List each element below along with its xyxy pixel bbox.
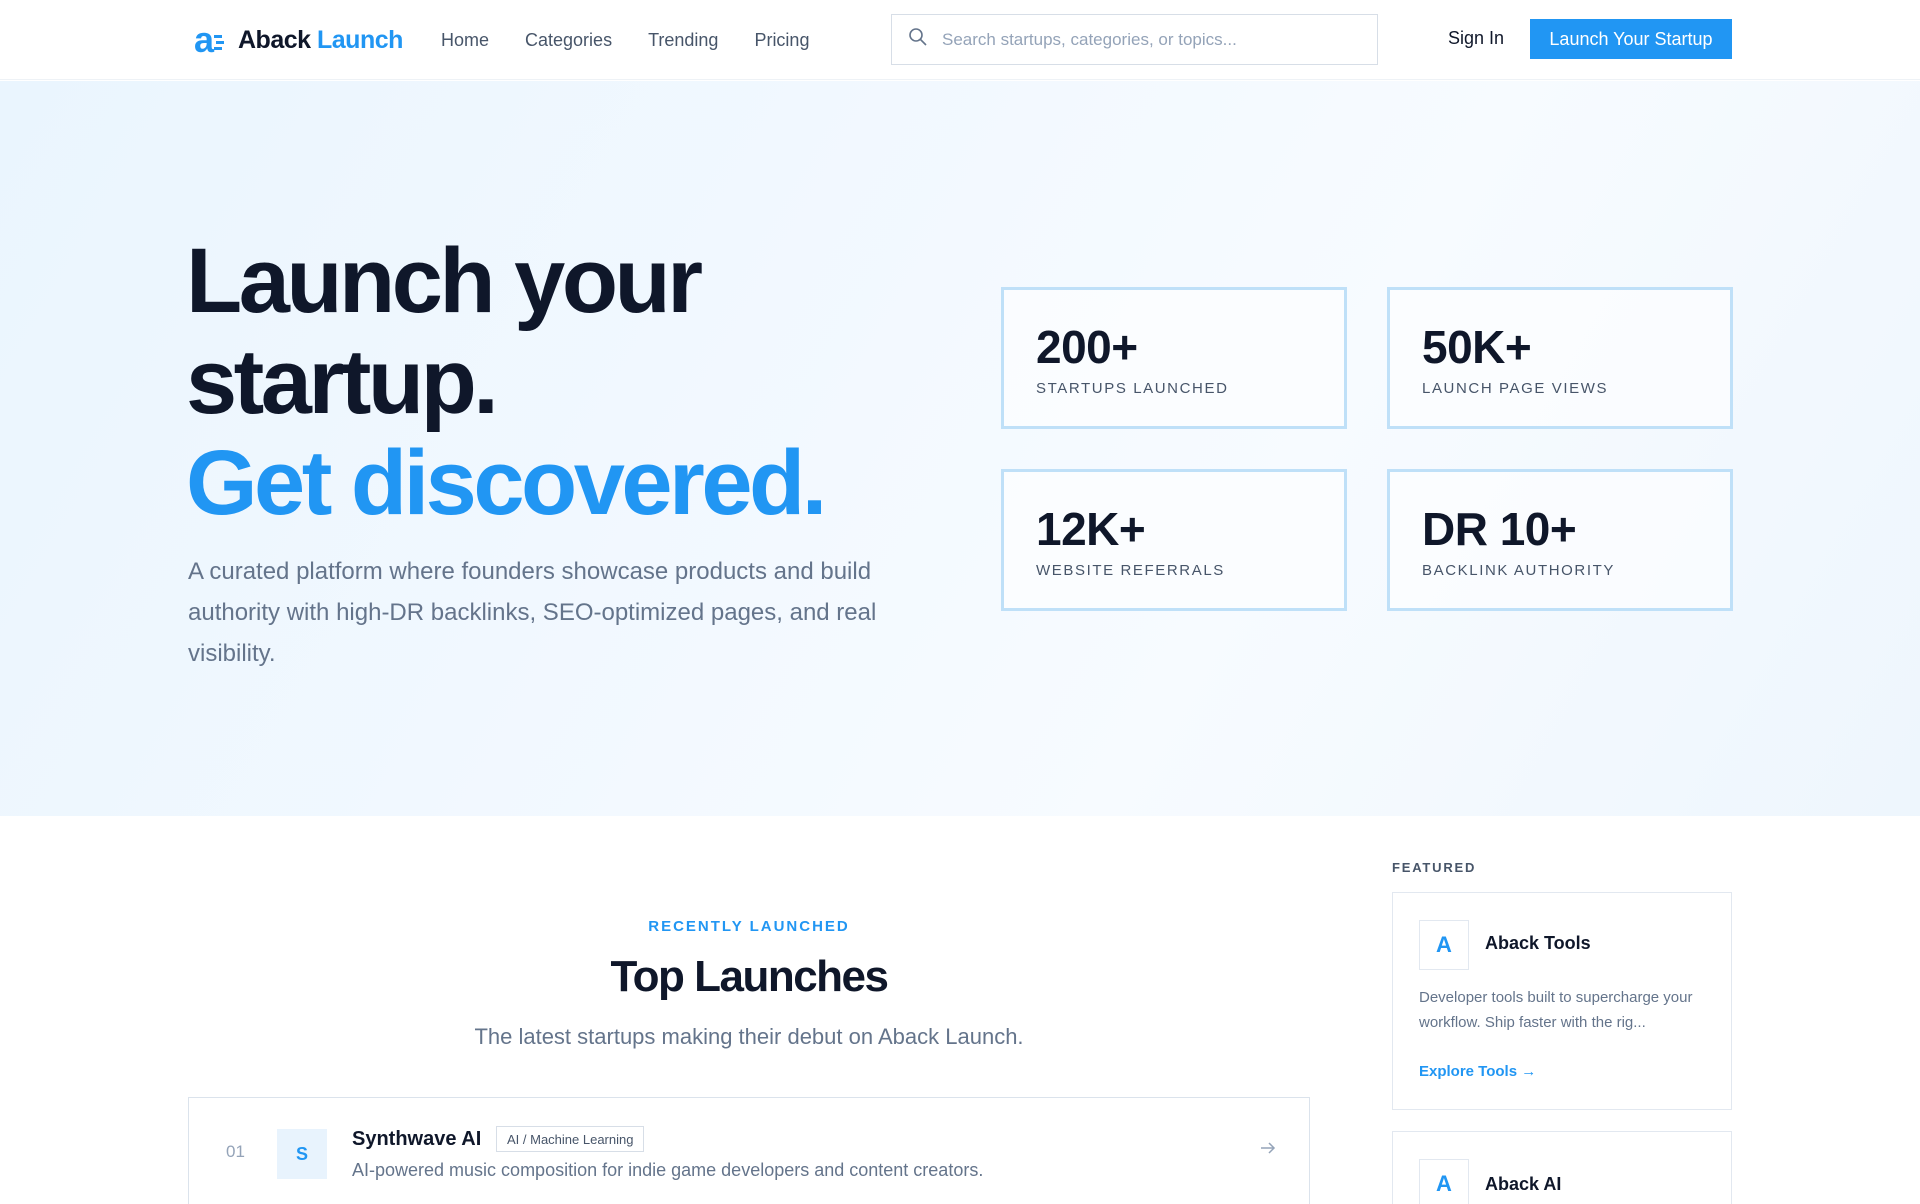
explore-tools-link[interactable]: Explore Tools →: [1419, 1063, 1536, 1080]
stat-card-page-views: 50K+ LAUNCH PAGE VIEWS: [1387, 287, 1733, 429]
launch-startup-button[interactable]: Launch Your Startup: [1530, 19, 1732, 59]
hero-section: Launch your startup. Get discovered. A c…: [0, 81, 1920, 816]
stat-label: WEBSITE REFERRALS: [1036, 562, 1225, 579]
nav-trending[interactable]: Trending: [648, 30, 718, 51]
svg-text:a: a: [194, 22, 215, 58]
startup-name[interactable]: Synthwave AI: [352, 1128, 481, 1151]
stat-label: LAUNCH PAGE VIEWS: [1422, 380, 1609, 397]
featured-card-aback-tools[interactable]: A Aback Tools Developer tools built to s…: [1392, 892, 1732, 1110]
search-icon: [908, 27, 928, 52]
nav-pricing[interactable]: Pricing: [754, 30, 809, 51]
launch-list-item[interactable]: 01 S Synthwave AI AI / Machine Learning …: [188, 1097, 1310, 1204]
hero-title: Launch your startup. Get discovered.: [186, 230, 827, 534]
main-nav: Home Categories Trending Pricing: [441, 0, 809, 80]
logo[interactable]: a Aback Launch: [194, 19, 403, 60]
stat-card-backlinks: DR 10+ BACKLINK AUTHORITY: [1387, 469, 1733, 611]
featured-card-aback-ai[interactable]: A Aback AI: [1392, 1131, 1732, 1204]
launch-rank: 01: [226, 1142, 245, 1161]
hero-title-line-1: Launch your: [186, 230, 703, 332]
featured-label: FEATURED: [1392, 860, 1477, 875]
stat-label: STARTUPS LAUNCHED: [1036, 380, 1229, 397]
sign-in-button[interactable]: Sign In: [1448, 28, 1504, 49]
featured-name: Aback AI: [1485, 1174, 1562, 1194]
stat-label: BACKLINK AUTHORITY: [1422, 562, 1616, 579]
search-box: [891, 14, 1378, 65]
hero-title-line-2: startup.: [186, 331, 499, 433]
section-title: Top Launches: [610, 952, 889, 1001]
top-nav-bar: a Aback Launch Home Categories Trending …: [0, 0, 1920, 80]
stat-card-startups: 200+ STARTUPS LAUNCHED: [1001, 287, 1347, 429]
hero-title-accent: Get discovered.: [186, 432, 827, 534]
hero-subtitle: A curated platform where founders showca…: [188, 558, 877, 667]
section-subtitle: The latest startups making their debut o…: [474, 1024, 1024, 1049]
brand-name: Aback Launch: [238, 25, 403, 54]
featured-name: Aback Tools: [1485, 933, 1591, 953]
nav-home[interactable]: Home: [441, 30, 489, 51]
category-tag[interactable]: AI / Machine Learning: [496, 1126, 645, 1152]
stat-value: 200+: [1036, 321, 1138, 373]
startup-avatar: S: [277, 1129, 327, 1179]
nav-categories[interactable]: Categories: [525, 30, 612, 51]
aback-logo-icon: a: [194, 19, 230, 60]
featured-avatar: A: [1419, 1159, 1469, 1204]
section-eyebrow: RECENTLY LAUNCHED: [648, 918, 850, 935]
featured-avatar: A: [1419, 920, 1469, 970]
stat-value: DR 10+: [1422, 503, 1577, 555]
stat-card-referrals: 12K+ WEBSITE REFERRALS: [1001, 469, 1347, 611]
stat-value: 50K+: [1422, 321, 1532, 373]
search-input[interactable]: [942, 29, 1362, 50]
stat-value: 12K+: [1036, 503, 1146, 555]
startup-description: AI-powered music composition for indie g…: [352, 1160, 984, 1180]
featured-description: Developer tools built to supercharge you…: [1419, 989, 1693, 1031]
arrow-right-icon[interactable]: [1260, 1140, 1276, 1161]
